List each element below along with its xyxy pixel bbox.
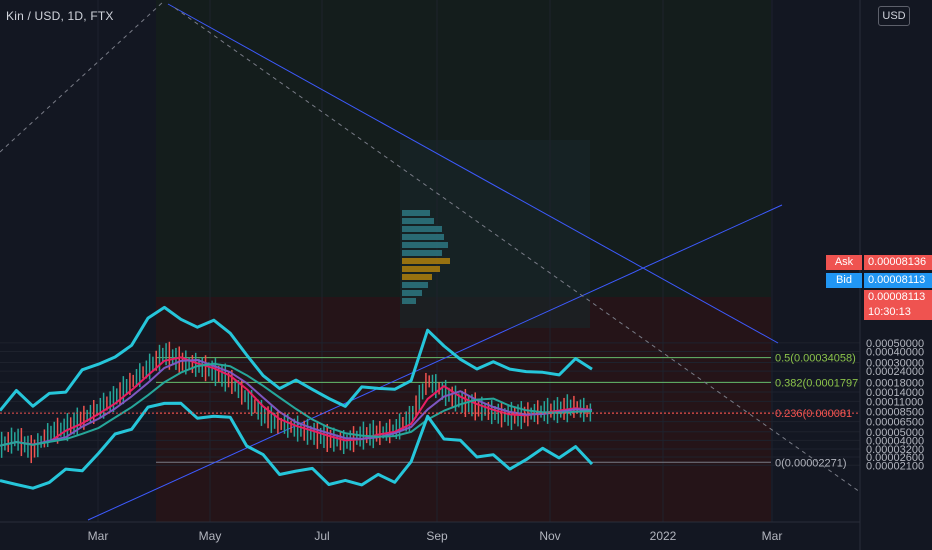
last-price-tag: 0.00008113	[864, 290, 932, 305]
price-chart[interactable]: 0.5(0.00034058) 0.382(0.0001797 0.236(0.00…	[0, 0, 932, 550]
x-tick-label: Mar	[88, 529, 109, 543]
y-tick-label: 0.00002100	[866, 460, 924, 472]
symbol-title[interactable]: Kin / USD, 1D, FTX	[6, 9, 114, 23]
bid-price-tag: 0.00008113	[864, 273, 932, 288]
volume-profile-bar	[402, 250, 442, 256]
fib-label: 0.5(0.00034058)	[775, 353, 856, 365]
volume-profile-bar	[402, 210, 430, 216]
x-tick-label: Jul	[314, 529, 329, 543]
fib-label: 0.382(0.0001797	[775, 377, 858, 389]
ask-label: Ask	[826, 255, 862, 270]
countdown-tag: 10:30:13	[864, 305, 932, 320]
ask-price-tag: 0.00008136	[864, 255, 932, 270]
fib-label: 0.236(0.000081	[775, 408, 852, 420]
x-tick-label: Mar	[762, 529, 783, 543]
volume-profile-bar	[402, 282, 428, 288]
volume-profile-bar	[402, 234, 444, 240]
x-tick-label: Sep	[426, 529, 448, 543]
x-tick-label: 2022	[650, 529, 677, 543]
x-tick-label: Nov	[539, 529, 560, 543]
volume-profile-bar	[402, 266, 440, 272]
volume-profile-bar	[402, 258, 450, 264]
currency-button[interactable]: USD	[878, 6, 910, 26]
volume-profile-bar	[402, 290, 422, 296]
bid-label: Bid	[826, 273, 862, 288]
volume-profile-bar	[402, 274, 432, 280]
volume-profile-bar	[402, 226, 442, 232]
fib-label: 0(0.00002271)	[775, 457, 847, 469]
volume-profile-bar	[402, 298, 416, 304]
x-tick-label: May	[199, 529, 222, 543]
volume-profile-bar	[402, 218, 434, 224]
volume-profile-bar	[402, 242, 448, 248]
